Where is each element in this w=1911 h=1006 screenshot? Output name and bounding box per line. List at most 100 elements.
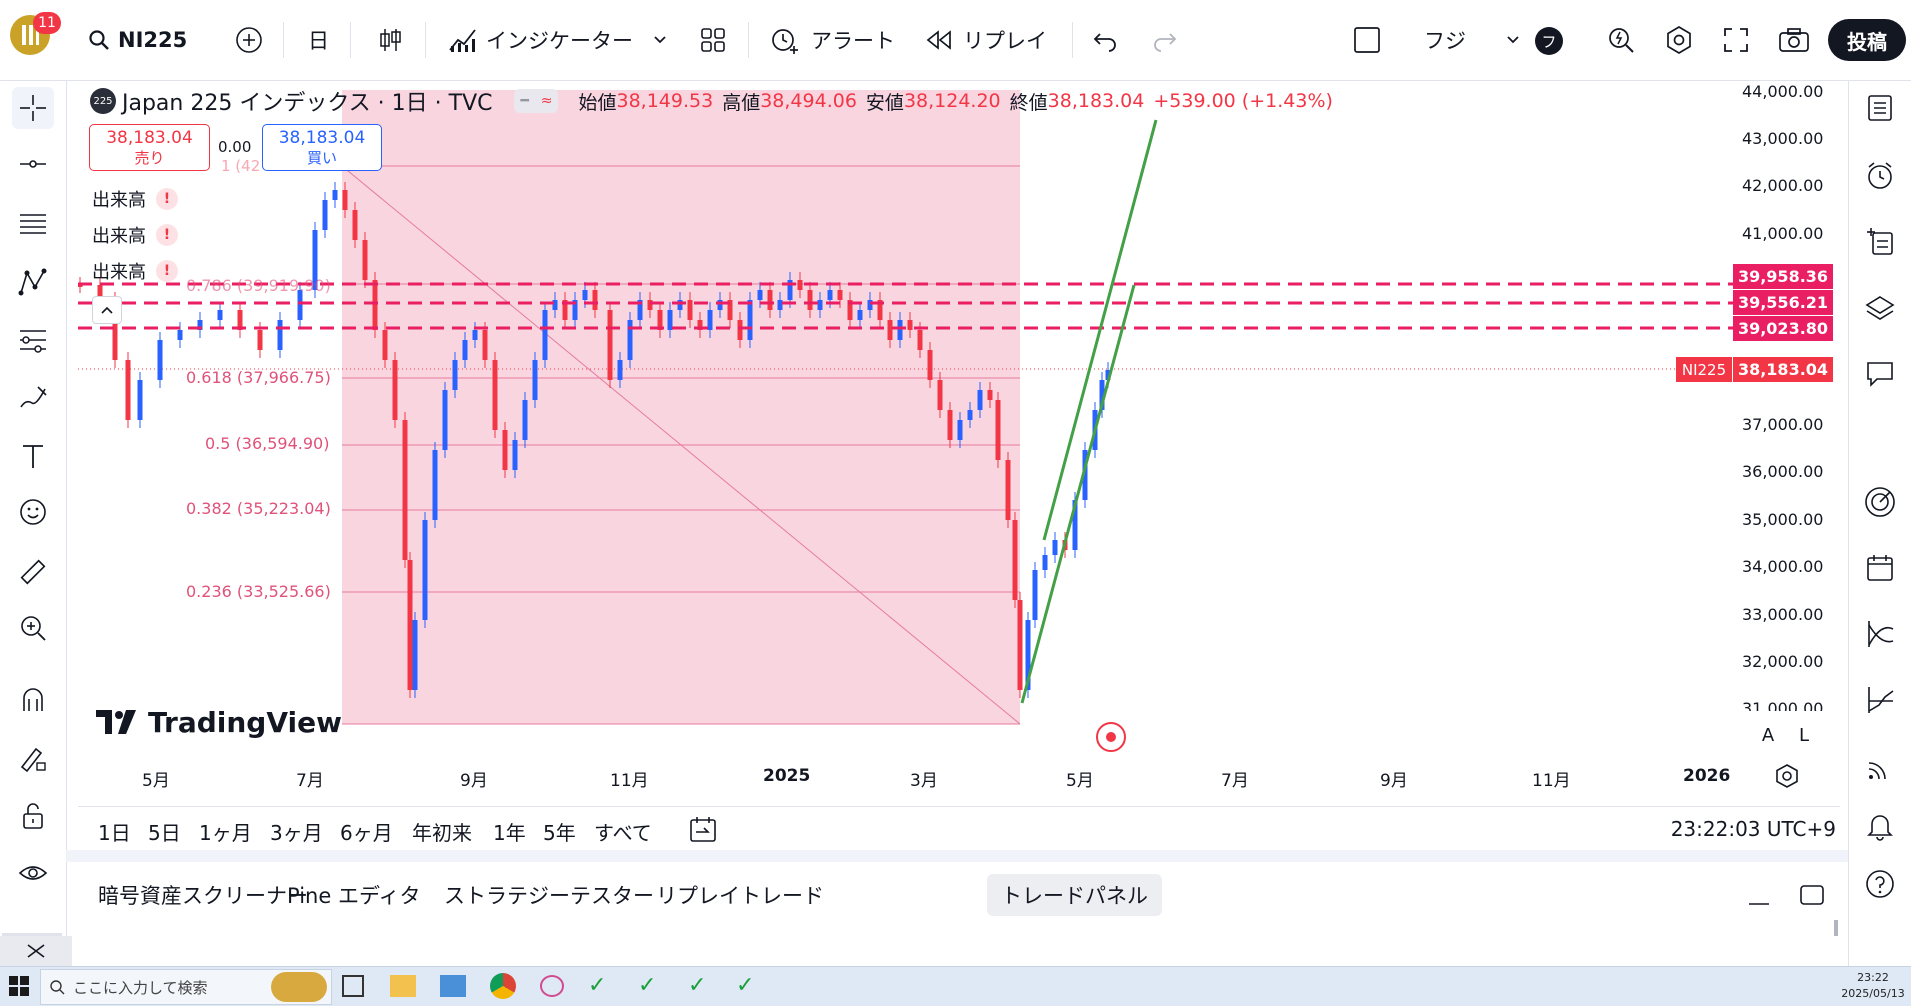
- goto-date-button[interactable]: [688, 815, 718, 850]
- alert-price-tag[interactable]: 39,556.21: [1733, 290, 1833, 315]
- zoom-tool[interactable]: [12, 607, 54, 649]
- layout-select-button[interactable]: [1352, 20, 1382, 60]
- brush-tool[interactable]: [12, 377, 54, 419]
- buy-button[interactable]: 38,183.04 買い: [262, 124, 382, 171]
- clock-timezone[interactable]: 23:22:03 UTC+9: [1671, 817, 1836, 841]
- taskbar-clock[interactable]: 23:22 2025/05/13: [1838, 970, 1908, 1002]
- chart-title[interactable]: Japan 225 インデックス · 1日 · TVC: [122, 85, 492, 117]
- pattern-tool[interactable]: [12, 261, 54, 303]
- tab-trade-panel[interactable]: トレードパネル: [987, 874, 1162, 916]
- candle-body: [707, 310, 713, 330]
- emoji-tool[interactable]: [12, 491, 54, 533]
- range-1y-button[interactable]: 1年: [493, 817, 526, 846]
- time-axis-settings-button[interactable]: [1774, 763, 1802, 791]
- tradingview-app-icon[interactable]: ✓: [588, 973, 614, 999]
- range-5d-button[interactable]: 5日: [148, 817, 181, 846]
- chart-type-button[interactable]: [376, 20, 404, 60]
- alert-button[interactable]: アラート: [769, 20, 895, 60]
- magnet-tool[interactable]: [12, 679, 54, 721]
- alert-price-tag[interactable]: 39,958.36: [1733, 264, 1833, 289]
- sell-button[interactable]: 38,183.04 売り: [89, 124, 210, 171]
- explorer-icon[interactable]: [390, 975, 416, 997]
- notifications-button[interactable]: [1859, 805, 1901, 847]
- zoom-in-icon: [21, 616, 46, 641]
- record-marker[interactable]: [1096, 722, 1126, 752]
- fib-tool[interactable]: [12, 203, 54, 245]
- forecast-tool[interactable]: [12, 319, 54, 361]
- parallel-channel[interactable]: [1020, 119, 1158, 704]
- collapse-toolbar-button[interactable]: [0, 936, 72, 966]
- settings-button[interactable]: [1664, 20, 1694, 60]
- ideas-button[interactable]: [1859, 481, 1901, 523]
- chat-button[interactable]: [1859, 353, 1901, 395]
- collapse-indicators-button[interactable]: [92, 296, 122, 324]
- start-button[interactable]: [8, 975, 30, 1001]
- close-value: 38,183.04: [1047, 90, 1145, 112]
- text-tool[interactable]: [12, 435, 54, 477]
- range-3m-button[interactable]: 3ヶ月: [270, 817, 323, 846]
- layouts-button[interactable]: [699, 20, 727, 60]
- range-ytd-button[interactable]: 年初来: [412, 817, 472, 846]
- ruler-tool[interactable]: [12, 551, 54, 593]
- hide-drawings-tool[interactable]: [12, 853, 54, 895]
- trend-line-tool[interactable]: [12, 143, 54, 185]
- options-button[interactable]: [1859, 613, 1901, 655]
- task-view-icon[interactable]: [342, 975, 364, 997]
- tradingview-app-icon[interactable]: ✓: [688, 973, 714, 999]
- publish-button[interactable]: 投稿: [1828, 19, 1906, 61]
- fullscreen-button[interactable]: [1722, 20, 1750, 60]
- taskbar-search-box[interactable]: ここに入力して検索: [40, 969, 332, 1005]
- minimize-panel-button[interactable]: [1746, 882, 1772, 912]
- price-axis[interactable]: 44,000.00 43,000.00 42,000.00 41,000.00 …: [1738, 82, 1840, 722]
- symbol-search-button[interactable]: NI225: [88, 20, 187, 60]
- object-tree-button[interactable]: [1859, 221, 1901, 263]
- legend-toggle[interactable]: ━ ≈: [514, 89, 559, 113]
- tradingview-app-icon[interactable]: ✓: [638, 973, 664, 999]
- range-1m-button[interactable]: 1ヶ月: [199, 817, 252, 846]
- pine-button[interactable]: [1859, 679, 1901, 721]
- account-menu-button[interactable]: フジ: [1424, 20, 1522, 60]
- alerts-panel-button[interactable]: [1859, 155, 1901, 197]
- help-button[interactable]: [1859, 863, 1901, 905]
- snapshot-button[interactable]: [1778, 20, 1810, 60]
- indicator-row[interactable]: 出来高 !: [92, 222, 178, 248]
- log-scale-button[interactable]: L: [1791, 722, 1817, 748]
- layers-button[interactable]: [1859, 287, 1901, 329]
- tradingview-app-icon[interactable]: ✓: [736, 973, 762, 999]
- range-1d-button[interactable]: 1日: [98, 817, 131, 846]
- range-all-button[interactable]: すべて: [594, 817, 652, 846]
- gear-icon: [1776, 764, 1798, 788]
- maximize-panel-button[interactable]: [1798, 882, 1826, 912]
- stay-in-drawing-tool[interactable]: [12, 737, 54, 779]
- auto-scale-button[interactable]: A: [1755, 722, 1781, 748]
- time-axis[interactable]: 5月 7月 9月 11月 2025 3月 5月 7月 9月 11月 2026: [78, 756, 1738, 796]
- panel-scrollbar[interactable]: [1834, 920, 1838, 936]
- compare-button[interactable]: [234, 20, 264, 60]
- indicators-button[interactable]: インジケーター: [448, 20, 669, 60]
- tab-replay-trade[interactable]: リプレイトレード: [642, 874, 838, 916]
- calendar-button[interactable]: [1859, 547, 1901, 589]
- indicator-row[interactable]: 出来高 !: [92, 258, 178, 284]
- avatar[interactable]: フ: [1535, 27, 1563, 55]
- redo-button[interactable]: [1150, 20, 1178, 60]
- snipping-icon[interactable]: [540, 975, 564, 997]
- undo-button[interactable]: [1092, 20, 1120, 60]
- price-chart[interactable]: [78, 82, 1840, 804]
- quick-search-button[interactable]: [1606, 20, 1636, 60]
- range-5y-button[interactable]: 5年: [543, 817, 576, 846]
- app-icon[interactable]: [440, 975, 466, 997]
- crosshair-tool[interactable]: [12, 87, 54, 129]
- tab-strategy-tester[interactable]: ストラテジーテスター: [430, 874, 668, 916]
- lock-drawings-tool[interactable]: [12, 795, 54, 837]
- replay-button[interactable]: リプレイ: [925, 20, 1047, 60]
- alert-price-tag[interactable]: 39,023.80: [1733, 316, 1833, 341]
- indicator-row[interactable]: 出来高 !: [92, 186, 178, 212]
- range-6m-button[interactable]: 6ヶ月: [340, 817, 393, 846]
- watchlist-button[interactable]: [1859, 87, 1901, 129]
- interval-button[interactable]: 日: [308, 20, 329, 60]
- streams-button[interactable]: [1859, 747, 1901, 789]
- candle-body: [432, 450, 438, 520]
- low-value: 38,124.20: [903, 90, 1001, 112]
- chrome-icon[interactable]: [490, 973, 516, 999]
- tab-pine-editor[interactable]: Pine エディタ: [273, 874, 434, 916]
